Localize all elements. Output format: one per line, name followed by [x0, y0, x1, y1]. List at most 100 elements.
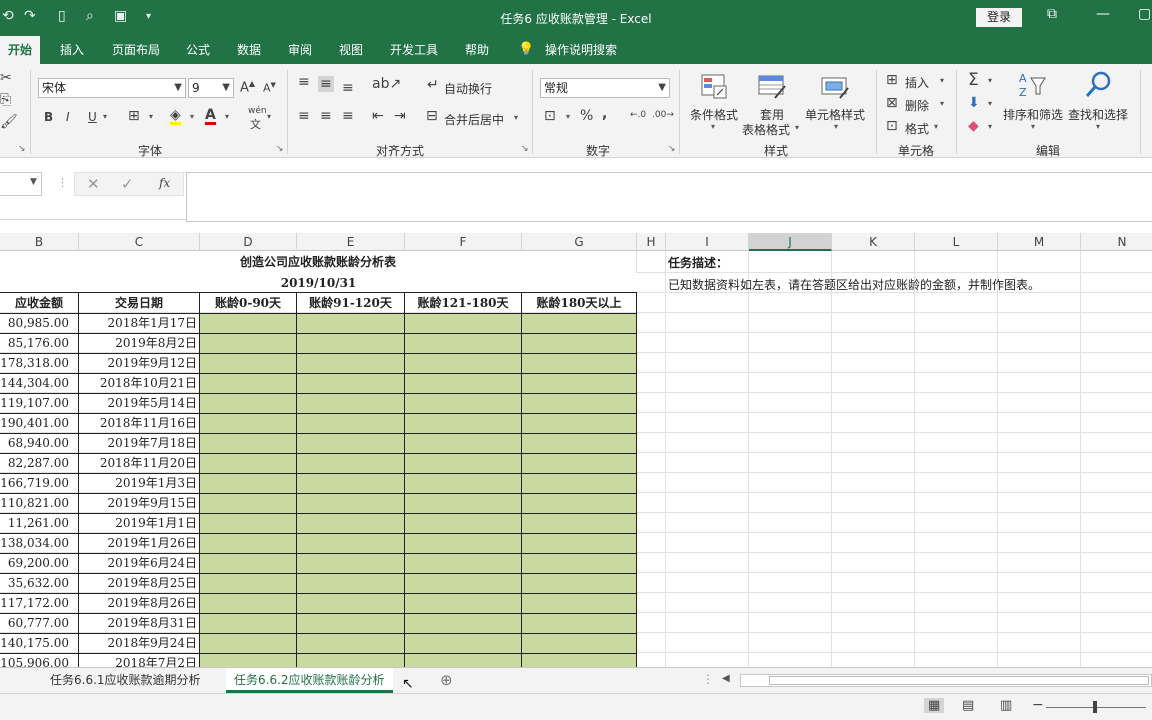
amount-cell[interactable]: 178,318.00: [0, 354, 79, 374]
amount-cell[interactable]: 82,287.00: [0, 454, 79, 474]
increase-decimal-icon[interactable]: ←.0: [630, 110, 646, 120]
date-cell[interactable]: 2019年7月18日: [79, 434, 200, 454]
amount-cell[interactable]: 144,304.00: [0, 374, 79, 394]
answer-cell-age-0-90[interactable]: [200, 614, 297, 634]
column-header-c[interactable]: C: [79, 233, 200, 251]
answer-cell-age-0-90[interactable]: [200, 394, 297, 414]
amount-cell[interactable]: 80,985.00: [0, 314, 79, 334]
font-color-dropdown-icon[interactable]: ▾: [225, 112, 229, 121]
merge-center-icon[interactable]: ⊟: [426, 108, 438, 124]
date-cell[interactable]: 2018年9月24日: [79, 634, 200, 654]
answer-cell-age-91-120[interactable]: [297, 494, 405, 514]
wrap-text-button[interactable]: 自动换行: [444, 80, 492, 97]
answer-cell-age-0-90[interactable]: [200, 354, 297, 374]
sheet-title[interactable]: 创造公司应收账款账龄分析表: [0, 251, 637, 273]
date-cell[interactable]: 2018年7月2日: [79, 654, 200, 667]
sheet-tab-aging[interactable]: 任务6.6.2应收账款账龄分析: [226, 668, 393, 693]
delete-cells-icon[interactable]: ⊠: [886, 95, 898, 111]
underline-dropdown-icon[interactable]: ▾: [103, 112, 107, 121]
tab-developer[interactable]: 开发工具: [382, 36, 446, 64]
amount-cell[interactable]: 119,107.00: [0, 394, 79, 414]
answer-cell-age-121-180[interactable]: [405, 614, 522, 634]
wrap-text-icon[interactable]: ↵: [427, 77, 439, 93]
format-cells-icon[interactable]: ⊡: [886, 118, 898, 134]
align-middle-icon[interactable]: ≡: [318, 76, 334, 92]
conditional-dropdown-icon[interactable]: ▾: [711, 122, 715, 131]
answer-cell-age-180-plus[interactable]: [522, 574, 637, 594]
date-cell[interactable]: 2019年5月14日: [79, 394, 200, 414]
amount-cell[interactable]: 11,261.00: [0, 514, 79, 534]
autosum-icon[interactable]: Σ: [968, 70, 979, 90]
name-box-dropdown-icon[interactable]: ▼: [30, 177, 37, 187]
number-format-combo[interactable]: 常规 ▼: [540, 78, 670, 98]
answer-cell-age-180-plus[interactable]: [522, 594, 637, 614]
amount-cell[interactable]: 60,777.00: [0, 614, 79, 634]
insert-function-icon[interactable]: fx: [159, 176, 170, 190]
answer-cell-age-180-plus[interactable]: [522, 534, 637, 554]
enter-icon[interactable]: ✓: [121, 175, 134, 193]
find-select-button[interactable]: 查找和选择: [1068, 106, 1128, 123]
borders-icon[interactable]: ⊞: [128, 108, 140, 124]
decrease-decimal-icon[interactable]: .00→: [652, 110, 674, 120]
answer-cell-age-0-90[interactable]: [200, 374, 297, 394]
column-header-i[interactable]: I: [666, 233, 749, 251]
clipboard-launcher-icon[interactable]: ↘: [18, 144, 26, 154]
answer-cell-age-91-120[interactable]: [297, 374, 405, 394]
copy-icon[interactable]: ⎘: [0, 92, 11, 108]
underline-icon[interactable]: U: [88, 110, 97, 124]
answer-cell-age-0-90[interactable]: [200, 414, 297, 434]
answer-cell-age-121-180[interactable]: [405, 334, 522, 354]
answer-cell-age-121-180[interactable]: [405, 574, 522, 594]
amount-cell[interactable]: 35,632.00: [0, 574, 79, 594]
answer-cell-age-180-plus[interactable]: [522, 434, 637, 454]
date-cell[interactable]: 2019年9月15日: [79, 494, 200, 514]
answer-cell-age-180-plus[interactable]: [522, 474, 637, 494]
column-header-k[interactable]: K: [832, 233, 915, 251]
answer-cell-age-180-plus[interactable]: [522, 634, 637, 654]
date-cell[interactable]: 2019年8月31日: [79, 614, 200, 634]
conditional-format-icon[interactable]: [700, 72, 730, 102]
answer-cell-age-121-180[interactable]: [405, 534, 522, 554]
sort-filter-icon[interactable]: A Z: [1017, 70, 1047, 100]
date-cell[interactable]: 2019年8月2日: [79, 334, 200, 354]
page-break-view-icon[interactable]: ▥: [1000, 698, 1012, 713]
normal-view-icon[interactable]: ▦: [924, 698, 945, 713]
answer-cell-age-180-plus[interactable]: [522, 494, 637, 514]
answer-cell-age-121-180[interactable]: [405, 514, 522, 534]
alignment-launcher-icon[interactable]: ↘: [521, 144, 529, 154]
tab-page-layout[interactable]: 页面布局: [104, 36, 168, 64]
percent-icon[interactable]: %: [580, 108, 593, 124]
align-bottom-icon[interactable]: ≡: [342, 80, 354, 96]
align-left-icon[interactable]: ≡: [298, 108, 310, 124]
font-size-combo[interactable]: 9 ▼: [188, 78, 234, 98]
answer-cell-age-121-180[interactable]: [405, 314, 522, 334]
answer-cell-age-121-180[interactable]: [405, 374, 522, 394]
amount-cell[interactable]: 140,175.00: [0, 634, 79, 654]
answer-cell-age-91-120[interactable]: [297, 534, 405, 554]
amount-cell[interactable]: 190,401.00: [0, 414, 79, 434]
column-header-b[interactable]: B: [0, 233, 79, 251]
date-cell[interactable]: 2018年10月21日: [79, 374, 200, 394]
tab-splitter-icon[interactable]: ⋮: [702, 672, 714, 686]
align-center-icon[interactable]: ≡: [320, 108, 332, 124]
scroll-left-icon[interactable]: ◀: [722, 673, 730, 684]
column-header-h[interactable]: H: [637, 233, 666, 251]
answer-cell-age-91-120[interactable]: [297, 554, 405, 574]
task-description[interactable]: 已知数据资料如左表，请在答题区给出对应账龄的金额，并制作图表。: [668, 276, 1040, 293]
answer-cell-age-121-180[interactable]: [405, 474, 522, 494]
cut-icon[interactable]: ✂: [0, 70, 12, 86]
amount-cell[interactable]: 68,940.00: [0, 434, 79, 454]
minimize-icon[interactable]: —: [1096, 6, 1110, 22]
format-cells-button[interactable]: 格式: [905, 120, 929, 137]
answer-cell-age-91-120[interactable]: [297, 314, 405, 334]
align-top-icon[interactable]: ≡: [298, 74, 310, 90]
insert-cells-button[interactable]: 插入: [905, 74, 929, 91]
fill-icon[interactable]: ⬇: [968, 95, 980, 111]
format-painter-icon[interactable]: 🖌: [0, 114, 18, 130]
header-age-121-180[interactable]: 账龄121-180天: [405, 293, 522, 314]
insert-cells-icon[interactable]: ⊞: [886, 72, 898, 88]
tab-formulas[interactable]: 公式: [178, 36, 218, 64]
date-cell[interactable]: 2018年11月20日: [79, 454, 200, 474]
formula-input[interactable]: [186, 172, 1152, 222]
autosum-dropdown-icon[interactable]: ▾: [988, 76, 992, 85]
